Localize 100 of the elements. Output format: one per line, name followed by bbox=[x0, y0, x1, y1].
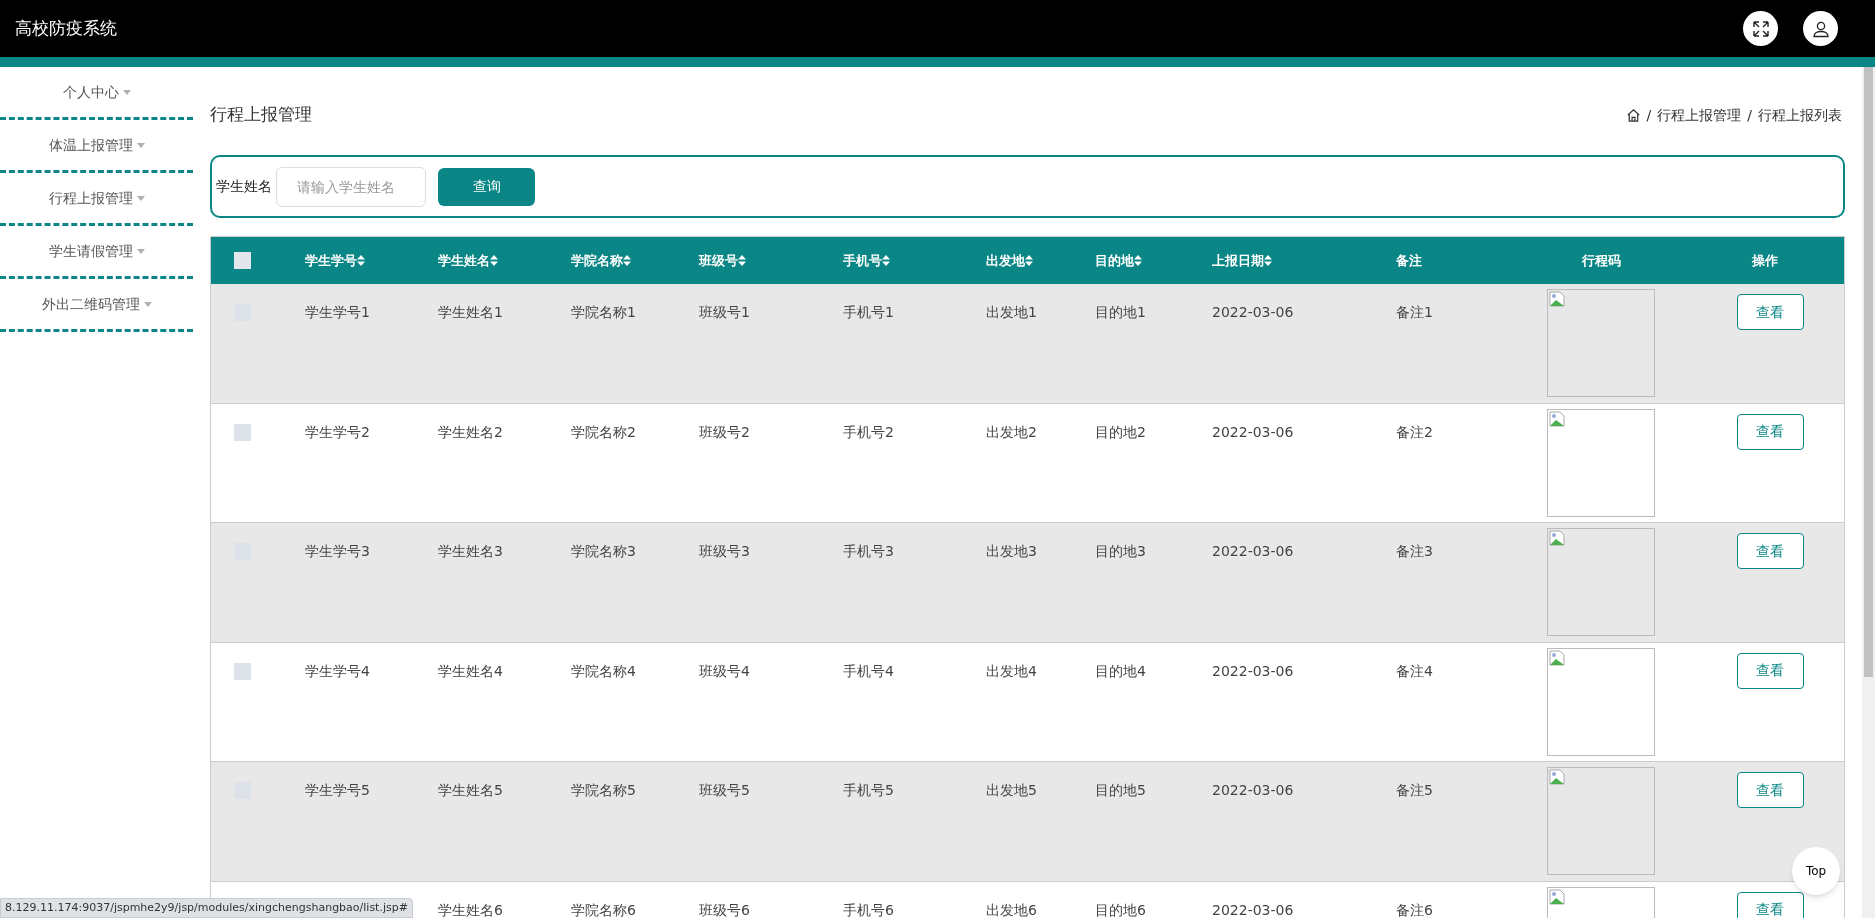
table-cell: 班级号3 bbox=[699, 543, 750, 560]
breadcrumb-separator: / bbox=[1646, 105, 1652, 125]
broken-image-icon bbox=[1549, 530, 1565, 547]
table-cell: 备注3 bbox=[1396, 543, 1433, 560]
view-button[interactable]: 查看 bbox=[1736, 772, 1804, 809]
sidebar-item[interactable]: 行程上报管理 bbox=[0, 173, 193, 226]
table-cell: 学院名称1 bbox=[571, 304, 636, 320]
table-cell: 学生姓名2 bbox=[438, 423, 503, 440]
table-cell: 学生学号2 bbox=[305, 423, 370, 440]
table-cell: 目的地5 bbox=[1095, 782, 1146, 799]
home-icon[interactable] bbox=[1625, 107, 1641, 123]
broken-image-icon bbox=[1549, 410, 1565, 427]
sort-icon[interactable] bbox=[1025, 255, 1033, 266]
table-cell: 学院名称6 bbox=[571, 901, 636, 918]
scrollbar-thumb[interactable] bbox=[1864, 67, 1873, 677]
table-cell: 2022-03-06 bbox=[1212, 662, 1294, 679]
table-cell: 班级号6 bbox=[699, 901, 750, 918]
sidebar-item[interactable]: 外出二维码管理 bbox=[0, 279, 193, 332]
table-cell: 学生学号1 bbox=[305, 304, 370, 320]
broken-image-icon bbox=[1549, 769, 1565, 786]
view-button[interactable]: 查看 bbox=[1736, 413, 1804, 450]
sort-icon[interactable] bbox=[738, 255, 746, 266]
column-header[interactable]: 学院名称 bbox=[571, 250, 623, 271]
search-button[interactable]: 查询 bbox=[438, 167, 535, 206]
sort-icon[interactable] bbox=[882, 255, 890, 266]
view-button[interactable]: 查看 bbox=[1736, 652, 1804, 689]
table-cell: 2022-03-06 bbox=[1212, 304, 1294, 320]
column-header: 行程码 bbox=[1581, 251, 1621, 270]
table-cell: 目的地3 bbox=[1095, 543, 1146, 560]
table-cell: 班级号2 bbox=[699, 423, 750, 440]
sort-icon[interactable] bbox=[1134, 255, 1142, 266]
column-header[interactable]: 手机号 bbox=[843, 250, 882, 271]
table-cell: 手机号2 bbox=[843, 423, 894, 440]
table-cell: 出发地6 bbox=[986, 901, 1037, 918]
table-cell: 学院名称3 bbox=[571, 543, 636, 560]
table-cell: 手机号3 bbox=[843, 543, 894, 560]
table-cell: 学生姓名6 bbox=[438, 901, 503, 918]
broken-image-icon bbox=[1549, 649, 1565, 666]
table-cell: 学生学号5 bbox=[305, 782, 370, 799]
table-cell: 出发地3 bbox=[986, 543, 1037, 560]
table-cell: 班级号1 bbox=[699, 304, 750, 320]
caret-icon bbox=[136, 195, 145, 201]
table-cell: 出发地5 bbox=[986, 782, 1037, 799]
checkbox[interactable] bbox=[234, 252, 251, 269]
caret-icon bbox=[136, 142, 145, 148]
caret-icon bbox=[136, 248, 145, 254]
view-button[interactable]: 查看 bbox=[1736, 533, 1804, 570]
table-cell: 出发地4 bbox=[986, 662, 1037, 679]
view-button[interactable]: 查看 bbox=[1736, 294, 1804, 330]
column-header: 操作 bbox=[1752, 251, 1778, 270]
table-cell: 出发地2 bbox=[986, 423, 1037, 440]
table-cell: 手机号6 bbox=[843, 901, 894, 918]
table-cell: 学院名称4 bbox=[571, 662, 636, 679]
broken-image-icon bbox=[1549, 888, 1565, 905]
view-button[interactable]: 查看 bbox=[1736, 891, 1804, 918]
breadcrumb-link[interactable]: 行程上报列表 bbox=[1758, 104, 1842, 126]
sidebar-item[interactable]: 体温上报管理 bbox=[0, 120, 193, 173]
table-cell: 学院名称2 bbox=[571, 423, 636, 440]
table-cell: 班级号4 bbox=[699, 662, 750, 679]
broken-image-icon bbox=[1549, 291, 1565, 307]
table-cell: 学生姓名3 bbox=[438, 543, 503, 560]
checkbox[interactable] bbox=[234, 423, 251, 441]
sort-icon[interactable] bbox=[1264, 255, 1272, 266]
expand-icon bbox=[1751, 19, 1770, 38]
page-title: 行程上报管理 bbox=[210, 103, 312, 127]
scrollbar[interactable] bbox=[1862, 67, 1875, 918]
column-header[interactable]: 目的地 bbox=[1095, 250, 1134, 271]
table-cell: 目的地6 bbox=[1095, 901, 1146, 918]
table-cell: 学生姓名4 bbox=[438, 662, 503, 679]
table-cell: 班级号5 bbox=[699, 782, 750, 799]
table-cell: 学生学号3 bbox=[305, 543, 370, 560]
table-cell: 学生姓名1 bbox=[438, 304, 503, 320]
user-button[interactable] bbox=[1803, 11, 1838, 46]
column-header[interactable]: 班级号 bbox=[699, 250, 738, 271]
breadcrumb-separator: / bbox=[1747, 105, 1752, 125]
table-cell: 2022-03-06 bbox=[1212, 543, 1294, 560]
search-field[interactable]: 请输入学生姓名 bbox=[276, 166, 426, 207]
table-cell: 学院名称5 bbox=[571, 782, 636, 799]
breadcrumb-link[interactable]: 行程上报管理 bbox=[1657, 104, 1742, 126]
column-header[interactable]: 出发地 bbox=[986, 250, 1025, 271]
column-header[interactable]: 学生学号 bbox=[305, 250, 357, 271]
table-cell: 备注1 bbox=[1396, 304, 1433, 320]
table-cell: 手机号1 bbox=[843, 304, 894, 320]
table-cell: 2022-03-06 bbox=[1212, 901, 1294, 918]
sort-icon[interactable] bbox=[490, 255, 498, 266]
column-header[interactable]: 学生姓名 bbox=[438, 250, 490, 271]
table-cell: 目的地1 bbox=[1095, 304, 1146, 320]
user-icon bbox=[1811, 19, 1830, 38]
table-cell: 备注4 bbox=[1396, 662, 1433, 679]
caret-icon bbox=[143, 301, 152, 307]
app-title: 高校防疫系统 bbox=[15, 16, 117, 40]
table-cell: 2022-03-06 bbox=[1212, 782, 1294, 799]
table-cell: 手机号4 bbox=[843, 662, 894, 679]
checkbox[interactable] bbox=[234, 662, 251, 680]
fullscreen-button[interactable] bbox=[1743, 11, 1778, 46]
sort-icon[interactable] bbox=[623, 255, 631, 266]
column-header[interactable]: 上报日期 bbox=[1212, 250, 1264, 271]
sort-icon[interactable] bbox=[357, 255, 365, 266]
sidebar-item[interactable]: 个人中心 bbox=[0, 67, 193, 120]
sidebar-item[interactable]: 学生请假管理 bbox=[0, 226, 193, 279]
